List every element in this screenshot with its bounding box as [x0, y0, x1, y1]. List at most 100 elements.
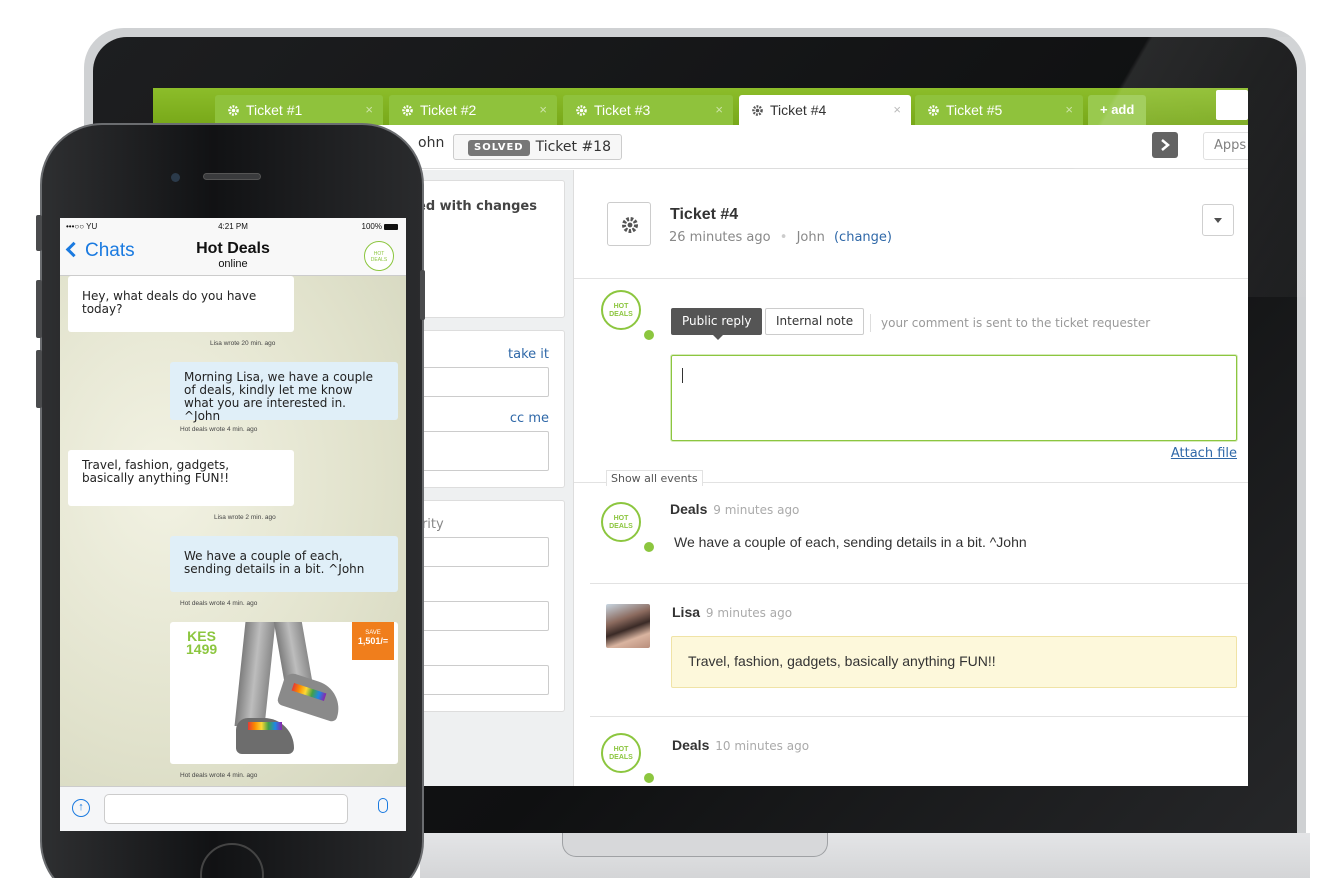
volume-down-button [36, 350, 42, 408]
message-input[interactable] [104, 794, 348, 824]
message-incoming: Travel, fashion, gadgets, basically anyt… [68, 450, 294, 506]
chat-status: online [218, 258, 248, 270]
tab-ticket-5[interactable]: Ticket #5 × [915, 95, 1083, 125]
event-item: Lisa 9 minutes ago Travel, fashion, gadg… [574, 584, 1248, 716]
event-time: 10 minutes ago [715, 739, 810, 753]
product-photo [234, 622, 276, 726]
change-requester-link[interactable]: (change) [834, 230, 892, 245]
deal-price: KES 1499 [186, 629, 217, 656]
message-meta: Lisa wrote 2 min. ago [214, 514, 276, 521]
ccs-field[interactable]: o [411, 431, 549, 471]
ticket-meta: 26 minutes ago • John (change) [669, 230, 892, 245]
notice-box: ed with changes [411, 180, 565, 318]
close-icon[interactable]: × [539, 95, 547, 125]
message-meta: Hot deals wrote 4 min. ago [180, 772, 258, 779]
priority-field[interactable] [411, 537, 549, 567]
author-name: Deals [670, 501, 708, 517]
battery-text: 100% [361, 222, 382, 231]
microphone-icon[interactable] [378, 798, 388, 813]
gear-icon [928, 105, 939, 116]
close-icon[interactable]: × [1065, 95, 1073, 125]
status-bar: •••○○ YU 4:21 PM 100% [60, 218, 406, 236]
caret-down-icon [712, 334, 724, 340]
avatar: HOT DEALS [601, 502, 641, 542]
chat-app: •••○○ YU 4:21 PM 100% Chats Hot Deals on… [60, 218, 406, 831]
chevron-right-icon [1161, 139, 1170, 151]
add-tab-button[interactable]: + add [1088, 95, 1147, 125]
show-all-events-button[interactable]: Show all events [606, 470, 703, 486]
cc-me-link[interactable]: cc me [510, 411, 549, 426]
author-name: Deals [672, 737, 710, 753]
ticket-conversation: Ticket #4 26 minutes ago • John (change)… [573, 170, 1248, 786]
tab-label: Ticket #1 [246, 102, 303, 118]
volume-up-button [36, 280, 42, 338]
next-button[interactable] [1152, 132, 1178, 158]
tab-ticket-3[interactable]: Ticket #3 × [563, 95, 733, 125]
chat-thread: Hey, what deals do you have today? Lisa … [60, 276, 406, 786]
internal-note-button[interactable]: Internal note [765, 308, 865, 335]
text-cursor [682, 368, 683, 383]
divider [574, 278, 1248, 279]
laptop-notch [562, 833, 828, 857]
contact-avatar[interactable]: HOT DEALS [364, 241, 394, 271]
close-icon[interactable]: × [893, 95, 901, 125]
event-author: Lisa 9 minutes ago [672, 604, 792, 620]
assignee-field[interactable] [411, 367, 549, 397]
event-author: Deals 9 minutes ago [670, 501, 799, 517]
event-item: HOT DEALS Deals 9 minutes ago We have a … [574, 488, 1248, 584]
tab-ticket-4[interactable]: Ticket #4 × [739, 95, 911, 125]
power-button [420, 270, 425, 320]
tags-field[interactable] [411, 665, 549, 695]
avatar [606, 604, 650, 648]
avatar: HOT DEALS [601, 733, 641, 773]
public-reply-button[interactable]: Public reply [671, 308, 763, 335]
message-incoming: Hey, what deals do you have today? [68, 276, 294, 332]
comment-input[interactable] [671, 355, 1237, 441]
breadcrumb-ticket[interactable]: SOLVED Ticket #18 [453, 134, 622, 160]
event-body: We have a couple of each, sending detail… [674, 534, 1027, 550]
attach-file-link[interactable]: Attach file [1171, 446, 1237, 461]
take-it-link[interactable]: take it [508, 347, 549, 362]
user-icon [642, 771, 656, 785]
message-outgoing: Morning Lisa, we have a couple of deals,… [170, 362, 398, 423]
battery-icon [384, 224, 398, 230]
tab-label: Ticket #5 [946, 102, 1003, 118]
separator-dot: • [779, 230, 788, 245]
camera-icon [171, 173, 180, 182]
event-item: HOT DEALS Deals 10 minutes ago [574, 717, 1248, 786]
chat-header: Chats Hot Deals online HOT DEALS [60, 236, 406, 276]
type-field[interactable] [411, 601, 549, 631]
attach-icon[interactable]: ↑ [72, 799, 90, 817]
event-time: 9 minutes ago [713, 503, 800, 517]
message-outgoing: We have a couple of each, sending detail… [170, 536, 398, 592]
brand-logo [1216, 90, 1248, 120]
caret-down-icon [1214, 218, 1222, 223]
user-icon [642, 328, 656, 342]
scene: Ticket #1 × Ticket #2 × Ticket #3 × Tick… [0, 0, 1335, 878]
ticket-requester[interactable]: John [797, 230, 825, 245]
event-time: 9 minutes ago [705, 606, 793, 620]
battery-level: 100% [362, 222, 398, 231]
reply-composer: HOT DEALS Public reply Internal note you… [574, 280, 1248, 490]
breadcrumb-user[interactable]: ohn [418, 135, 444, 151]
gear-icon [752, 105, 763, 116]
close-icon[interactable]: × [365, 95, 373, 125]
save-value: 1,501/= [357, 636, 389, 646]
tab-ticket-1[interactable]: Ticket #1 × [215, 95, 383, 125]
event-body: Travel, fashion, gadgets, basically anyt… [671, 636, 1237, 688]
event-author: Deals 10 minutes ago [672, 737, 809, 753]
gear-icon [622, 217, 638, 233]
clock: 4:21 PM [218, 222, 248, 231]
message-meta: Hot deals wrote 4 min. ago [180, 600, 258, 607]
tab-ticket-2[interactable]: Ticket #2 × [389, 95, 557, 125]
fields-box: ority [411, 500, 565, 712]
ticket-options-button[interactable] [1202, 204, 1234, 236]
tab-label: Ticket #4 [770, 102, 827, 118]
gear-icon [228, 105, 239, 116]
close-icon[interactable]: × [715, 95, 723, 125]
assignee-box: take it cc me o [411, 330, 565, 488]
mute-switch [36, 215, 42, 251]
deal-image-message[interactable]: KES 1499 SAVE 1,501/= [170, 622, 398, 764]
message-meta: Hot deals wrote 4 min. ago [180, 426, 258, 433]
apps-button[interactable]: Apps [1203, 132, 1248, 160]
